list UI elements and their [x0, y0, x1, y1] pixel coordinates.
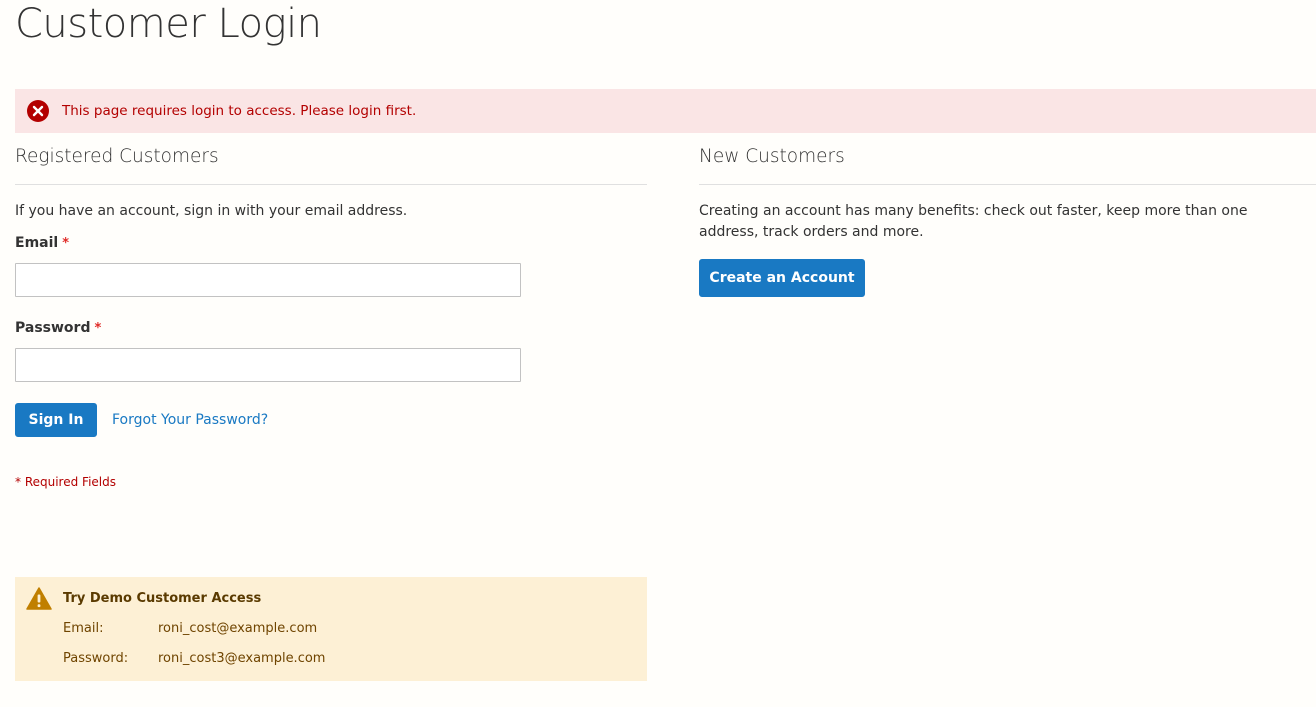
- password-field[interactable]: [15, 348, 521, 382]
- password-label-text: Password: [15, 320, 91, 336]
- new-customers-intro: Creating an account has many benefits: c…: [699, 203, 1248, 240]
- demo-password-value: roni_cost3@example.com: [158, 651, 326, 666]
- email-label-text: Email: [15, 235, 59, 251]
- demo-email-key: Email:: [63, 621, 104, 636]
- password-field-group: Password *: [15, 318, 647, 382]
- login-page: Customer Login This page requires login …: [0, 0, 1316, 707]
- error-message: This page requires login to access. Plea…: [15, 89, 1316, 133]
- demo-access-box: Try Demo Customer Access Email: roni_cos…: [15, 577, 647, 681]
- page-title: Customer Login: [15, 1, 322, 47]
- create-account-button[interactable]: Create an Account: [699, 259, 865, 297]
- new-customers-block: New Customers Creating an account has ma…: [699, 133, 1316, 297]
- email-field-group: Email *: [15, 233, 647, 297]
- error-circle-x-icon: [27, 100, 49, 122]
- new-customers-heading-wrap: New Customers: [699, 133, 1316, 185]
- demo-access-title: Try Demo Customer Access: [63, 591, 262, 606]
- sign-in-button[interactable]: Sign In: [15, 403, 97, 437]
- registered-intro: If you have an account, sign in with you…: [15, 203, 408, 219]
- demo-password-key: Password:: [63, 651, 129, 666]
- registered-customers-heading-wrap: Registered Customers: [15, 133, 647, 185]
- demo-email-value: roni_cost@example.com: [158, 621, 318, 636]
- sign-in-actions: Sign In Forgot Your Password?: [15, 403, 647, 437]
- error-message-text: This page requires login to access. Plea…: [62, 103, 417, 119]
- registered-customers-block: Registered Customers If you have an acco…: [15, 133, 647, 489]
- new-customers-heading: New Customers: [699, 146, 845, 167]
- forgot-password-link[interactable]: Forgot Your Password?: [112, 412, 268, 428]
- password-label: Password *: [15, 318, 647, 339]
- email-field[interactable]: [15, 263, 521, 297]
- registered-customers-heading: Registered Customers: [15, 146, 219, 167]
- email-required-marker: *: [62, 236, 70, 251]
- email-label: Email *: [15, 233, 647, 254]
- warning-triangle-icon: [26, 587, 52, 610]
- required-fields-note: * Required Fields: [15, 475, 116, 489]
- password-required-marker: *: [94, 321, 102, 336]
